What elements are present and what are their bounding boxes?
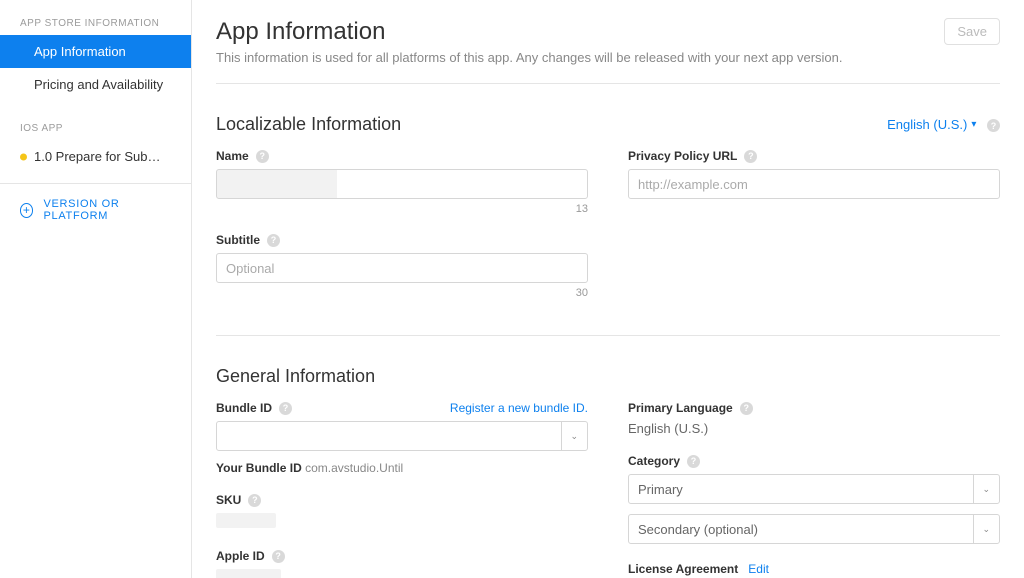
help-icon[interactable]: ? bbox=[744, 150, 757, 163]
help-icon[interactable]: ? bbox=[272, 550, 285, 563]
field-privacy-url: Privacy Policy URL ? bbox=[628, 149, 1000, 199]
chevron-down-icon: ⌄ bbox=[973, 475, 990, 503]
field-primary-language: Primary Language ? English (U.S.) bbox=[628, 401, 1000, 436]
divider bbox=[216, 335, 1000, 336]
field-bundle-id: Bundle ID ? Register a new bundle ID. ⌄ … bbox=[216, 401, 588, 475]
label-name: Name bbox=[216, 149, 249, 163]
category-secondary-value: Secondary (optional) bbox=[638, 522, 758, 537]
label-subtitle: Subtitle bbox=[216, 233, 260, 247]
help-icon[interactable]: ? bbox=[248, 494, 261, 507]
field-apple-id: Apple ID ? , bbox=[216, 549, 588, 578]
bundle-id-select[interactable]: ⌄ bbox=[216, 421, 588, 451]
label-category: Category bbox=[628, 454, 680, 468]
apple-id-value bbox=[216, 569, 281, 578]
divider bbox=[216, 83, 1000, 84]
plus-circle-icon: + bbox=[20, 203, 33, 218]
save-button[interactable]: Save bbox=[944, 18, 1000, 45]
chevron-down-icon: ⌄ bbox=[973, 515, 990, 543]
page-title: App Information bbox=[216, 18, 842, 46]
license-edit-link[interactable]: Edit bbox=[748, 562, 769, 576]
sku-value bbox=[216, 513, 276, 528]
sidebar-item-pricing[interactable]: Pricing and Availability bbox=[0, 68, 191, 101]
section-localizable: Localizable Information English (U.S.) ▾… bbox=[216, 114, 1000, 317]
help-icon[interactable]: ? bbox=[740, 402, 753, 415]
label-apple-id: Apple ID bbox=[216, 549, 265, 563]
field-license: License Agreement Edit Apple's Standard … bbox=[628, 562, 1000, 578]
help-icon[interactable]: ? bbox=[256, 150, 269, 163]
your-bundle-id-value: com.avstudio.Until bbox=[305, 461, 403, 475]
label-bundle-id: Bundle ID bbox=[216, 401, 272, 415]
language-selector-label: English (U.S.) bbox=[887, 117, 967, 132]
label-license: License Agreement bbox=[628, 562, 738, 576]
section-title-general: General Information bbox=[216, 366, 375, 387]
subtitle-char-count: 30 bbox=[216, 287, 588, 299]
help-icon[interactable]: ? bbox=[687, 455, 700, 468]
add-version-button[interactable]: + VERSION OR PLATFORM bbox=[0, 184, 191, 236]
name-char-count: 13 bbox=[216, 203, 588, 215]
sidebar-item-version[interactable]: 1.0 Prepare for Submissi… bbox=[0, 140, 191, 173]
sidebar-section-appstore: APP STORE INFORMATION bbox=[0, 8, 191, 35]
subtitle-input[interactable] bbox=[216, 253, 588, 283]
primary-language-value: English (U.S.) bbox=[628, 421, 1000, 436]
sidebar-section-iosapp: IOS APP bbox=[0, 113, 191, 140]
sidebar-item-app-information[interactable]: App Information bbox=[0, 35, 191, 68]
field-name: Name ? 13 bbox=[216, 149, 588, 215]
status-dot-icon bbox=[20, 153, 27, 160]
category-primary-value: Primary bbox=[638, 482, 683, 497]
label-primary-language: Primary Language bbox=[628, 401, 733, 415]
register-bundle-link[interactable]: Register a new bundle ID. bbox=[450, 401, 588, 415]
label-sku: SKU bbox=[216, 493, 241, 507]
chevron-down-icon: ⌄ bbox=[561, 422, 578, 450]
sidebar-item-label: Pricing and Availability bbox=[34, 77, 163, 92]
label-privacy: Privacy Policy URL bbox=[628, 149, 737, 163]
language-selector[interactable]: English (U.S.) ▾ bbox=[887, 117, 976, 132]
field-category: Category ? Primary ⌄ Secondary (optional… bbox=[628, 454, 1000, 544]
add-version-label: VERSION OR PLATFORM bbox=[43, 198, 171, 222]
help-icon[interactable]: ? bbox=[279, 402, 292, 415]
help-icon[interactable]: ? bbox=[267, 234, 280, 247]
section-general: General Information Bundle ID ? Register… bbox=[216, 366, 1000, 578]
category-secondary-select[interactable]: Secondary (optional) ⌄ bbox=[628, 514, 1000, 544]
your-bundle-id-row: Your Bundle ID com.avstudio.Until bbox=[216, 461, 588, 475]
privacy-url-input[interactable] bbox=[628, 169, 1000, 199]
name-input[interactable] bbox=[216, 169, 588, 199]
sidebar-item-label: App Information bbox=[34, 44, 126, 59]
your-bundle-id-label: Your Bundle ID bbox=[216, 461, 302, 475]
field-sku: SKU ? bbox=[216, 493, 588, 531]
section-title-localizable: Localizable Information bbox=[216, 114, 401, 135]
chevron-down-icon: ▾ bbox=[971, 119, 976, 130]
field-subtitle: Subtitle ? 30 bbox=[216, 233, 588, 299]
main-content: App Information This information is used… bbox=[192, 0, 1024, 578]
category-primary-select[interactable]: Primary ⌄ bbox=[628, 474, 1000, 504]
sidebar-item-label: 1.0 Prepare for Submissi… bbox=[34, 149, 190, 164]
help-icon[interactable]: ? bbox=[987, 119, 1000, 132]
page-subtitle: This information is used for all platfor… bbox=[216, 50, 842, 65]
sidebar: APP STORE INFORMATION App Information Pr… bbox=[0, 0, 192, 578]
